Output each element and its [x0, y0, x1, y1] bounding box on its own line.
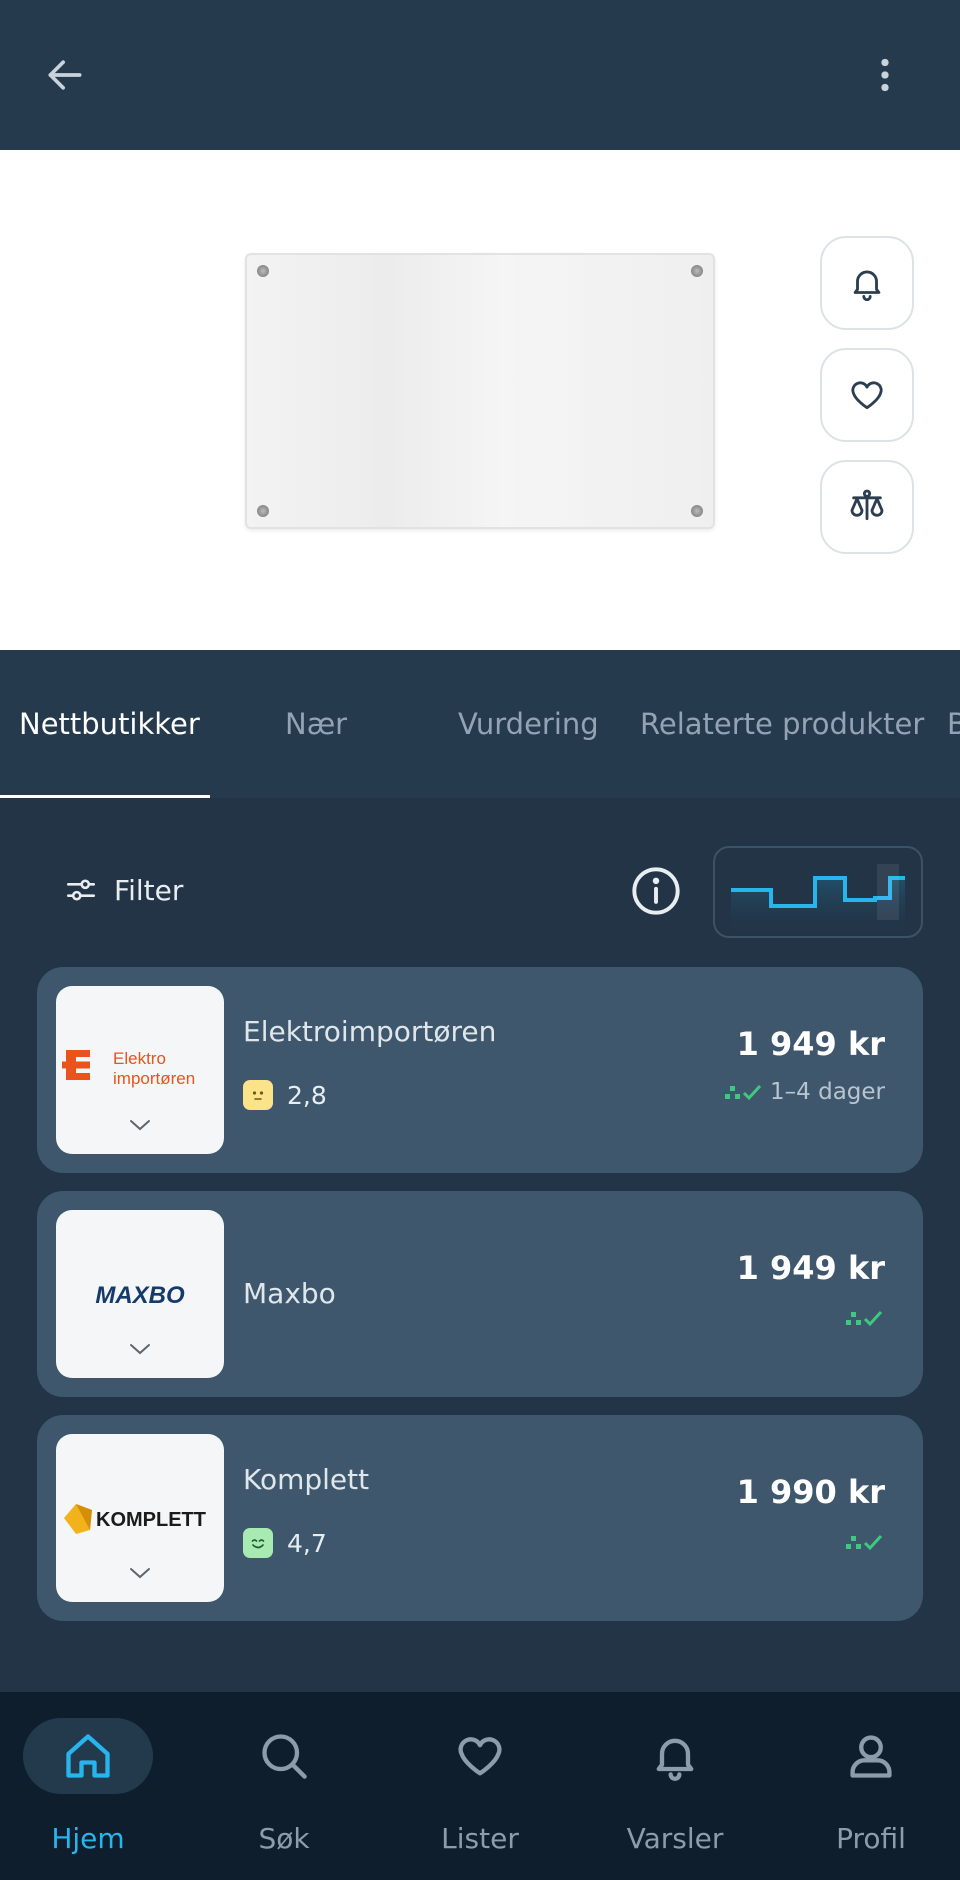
offer-card-maxbo[interactable]: MAXBO Maxbo 1 949 kr: [37, 1191, 923, 1397]
arrow-left-icon: [48, 60, 82, 90]
search-icon: [262, 1734, 307, 1779]
nav-label: Varsler: [626, 1822, 724, 1855]
happy-face-icon: [243, 1528, 273, 1558]
neutral-face-icon: [243, 1080, 273, 1110]
price-history-icon: [731, 864, 905, 936]
chevron-down-icon: [130, 1120, 150, 1131]
nav-label: Profil: [836, 1822, 906, 1855]
info-button[interactable]: [630, 865, 682, 917]
home-icon: [66, 1734, 110, 1778]
nav-sok[interactable]: Søk: [196, 1692, 388, 1880]
nav-label: Søk: [258, 1822, 310, 1855]
active-tab-indicator: [0, 795, 210, 798]
store-logo[interactable]: Elektro importøren: [56, 986, 224, 1154]
more-vertical-icon: [881, 58, 889, 92]
compare-button[interactable]: [820, 460, 914, 554]
bell-icon: [656, 1738, 694, 1781]
store-logo[interactable]: MAXBO: [56, 1210, 224, 1378]
store-logo[interactable]: KOMPLETT: [56, 1434, 224, 1602]
store-rating: 4,7: [243, 1528, 327, 1558]
delivery-info: [845, 1531, 885, 1553]
store-name: Elektroimportøren: [243, 1015, 497, 1048]
in-stock-icon: [846, 1310, 883, 1327]
bell-icon: [853, 270, 881, 301]
nav-label: Hjem: [51, 1822, 125, 1855]
user-icon: [850, 1735, 892, 1778]
favorite-button[interactable]: [820, 348, 914, 442]
nav-varsler[interactable]: Varsler: [587, 1692, 779, 1880]
scale-icon: [850, 489, 884, 521]
filter-label: Filter: [114, 873, 184, 907]
svg-text:Elektro: Elektro: [113, 1049, 166, 1068]
filter-button[interactable]: Filter: [64, 860, 183, 920]
price-history-button[interactable]: [713, 846, 923, 938]
delivery-info: [845, 1307, 885, 1329]
price-alert-button[interactable]: [820, 236, 914, 330]
heart-icon: [851, 381, 883, 410]
in-stock-icon: [846, 1534, 883, 1551]
store-rating: 2,8: [243, 1080, 327, 1110]
in-stock-icon: [725, 1084, 762, 1101]
svg-text:importøren: importøren: [113, 1069, 195, 1088]
offer-card-komplett[interactable]: KOMPLETT Komplett 4,7 1 990 kr: [37, 1415, 923, 1621]
tab-more[interactable]: B: [947, 650, 960, 798]
delivery-time: 1–4 dager: [770, 1079, 885, 1105]
chevron-down-icon: [130, 1344, 150, 1355]
chevron-down-icon: [130, 1568, 150, 1579]
filter-bar: Filter: [0, 840, 960, 940]
tab-nettbutikker[interactable]: Nettbutikker: [19, 650, 200, 798]
offer-card-elektroimportoren[interactable]: Elektro importøren Elektroimportøren 2,8…: [37, 967, 923, 1173]
tab-relaterte-produkter[interactable]: Relaterte produkter: [640, 650, 924, 798]
svg-text:MAXBO: MAXBO: [95, 1282, 185, 1309]
nav-label: Lister: [441, 1822, 519, 1855]
back-button[interactable]: [30, 40, 100, 110]
rating-value: 2,8: [287, 1080, 327, 1110]
product-image-area: [0, 150, 960, 650]
offer-price: 1 949 kr: [736, 1025, 885, 1063]
delivery-info: 1–4 dager: [724, 1079, 885, 1105]
offer-price: 1 949 kr: [736, 1249, 885, 1287]
store-name: Komplett: [243, 1463, 370, 1496]
tab-naer[interactable]: Nær: [285, 650, 347, 798]
top-app-bar: [0, 0, 960, 150]
nav-profil[interactable]: Profil: [783, 1692, 960, 1880]
offer-price: 1 990 kr: [736, 1473, 885, 1511]
info-icon: [632, 867, 680, 915]
sliders-icon: [66, 879, 96, 901]
tab-vurdering[interactable]: Vurdering: [458, 650, 599, 798]
svg-text:KOMPLETT: KOMPLETT: [96, 1509, 206, 1531]
nav-lister[interactable]: Lister: [392, 1692, 584, 1880]
bottom-navigation: Hjem Søk Lister Varsler Profil: [0, 1692, 960, 1880]
store-name: Maxbo: [243, 1277, 336, 1310]
tab-bar: Nettbutikker Nær Vurdering Relaterte pro…: [0, 650, 960, 798]
heart-icon: [458, 1737, 502, 1776]
nav-hjem[interactable]: Hjem: [0, 1692, 192, 1880]
product-image[interactable]: [245, 253, 715, 529]
rating-value: 4,7: [287, 1528, 327, 1558]
more-options-button[interactable]: [850, 40, 920, 110]
